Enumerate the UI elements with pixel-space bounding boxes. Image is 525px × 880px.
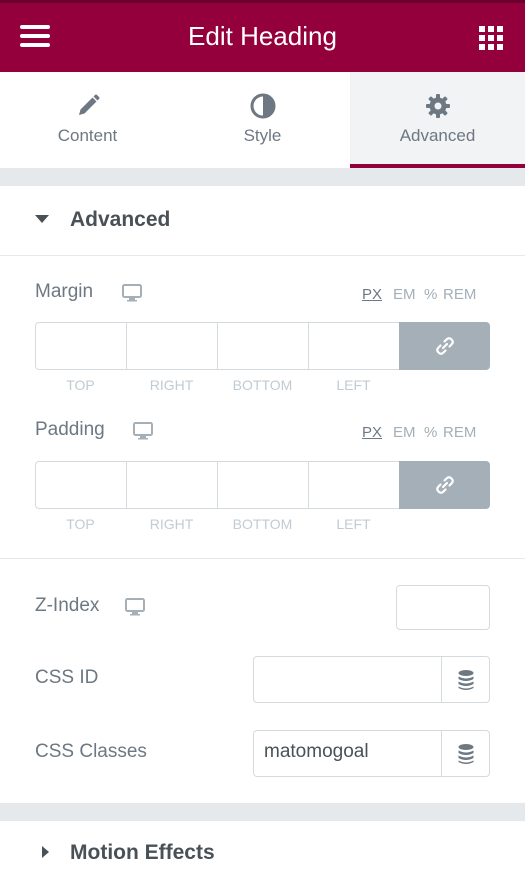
advanced-section-toggle[interactable]: Advanced (0, 186, 525, 256)
link-values-button[interactable] (399, 322, 490, 370)
tab-style[interactable]: Style (175, 72, 350, 168)
desktop-icon[interactable] (122, 284, 142, 302)
database-icon (458, 743, 473, 764)
caret-down-icon (35, 215, 49, 223)
side-label-bottom: BOTTOM (232, 516, 293, 532)
desktop-icon[interactable] (125, 598, 145, 616)
padding-side-labels: TOP RIGHT BOTTOM LEFT (35, 516, 399, 532)
tab-label: Style (243, 126, 282, 145)
padding-top-input[interactable] (35, 461, 126, 509)
margin-bottom-input[interactable] (217, 322, 308, 370)
tab-label: Content (57, 126, 118, 145)
css-id-field (253, 656, 490, 703)
margin-units: PX EM % REM (362, 286, 476, 303)
tab-advanced[interactable]: Advanced (350, 72, 525, 168)
z-index-input[interactable] (396, 585, 490, 630)
margin-dimensions (35, 322, 490, 370)
tab-label: Advanced (399, 126, 476, 145)
divider (0, 558, 525, 559)
side-label-left: LEFT (336, 377, 371, 393)
css-id-input[interactable] (254, 657, 442, 702)
caret-right-icon (42, 846, 49, 858)
css-classes-field: matomogoal (253, 730, 490, 777)
unit-px[interactable]: PX (362, 424, 393, 441)
panel-header: Edit Heading (0, 0, 525, 72)
section-title: Advanced (70, 208, 171, 231)
unit-em[interactable]: EM (393, 424, 424, 441)
css-id-label: CSS ID (35, 667, 99, 688)
dynamic-tags-button[interactable] (442, 657, 489, 702)
padding-right-input[interactable] (126, 461, 217, 509)
section-separator (0, 168, 525, 186)
half-circle-icon (250, 93, 275, 119)
padding-left-input[interactable] (308, 461, 399, 509)
link-icon (435, 337, 454, 355)
unit-percent[interactable]: % (424, 286, 443, 303)
unit-percent[interactable]: % (424, 424, 443, 441)
unit-px[interactable]: PX (362, 286, 393, 303)
unit-rem[interactable]: REM (443, 424, 476, 441)
motion-effects-section-toggle[interactable]: Motion Effects (0, 821, 525, 880)
section-separator (0, 803, 525, 821)
side-label-top: TOP (66, 516, 95, 532)
padding-bottom-input[interactable] (217, 461, 308, 509)
desktop-icon[interactable] (133, 422, 153, 440)
link-values-button[interactable] (399, 461, 490, 509)
padding-units: PX EM % REM (362, 424, 476, 441)
tab-content[interactable]: Content (0, 72, 175, 168)
editor-tabs: Content Style Advanced (0, 72, 525, 168)
side-label-top: TOP (66, 377, 95, 393)
pencil-icon (78, 94, 99, 115)
apps-grid-icon[interactable] (479, 26, 503, 50)
z-index-label: Z-Index (35, 595, 100, 616)
margin-label: Margin (35, 281, 94, 302)
link-icon (435, 476, 454, 494)
side-label-right: RIGHT (149, 516, 194, 532)
section-title: Motion Effects (70, 841, 215, 864)
side-label-right: RIGHT (149, 377, 194, 393)
css-classes-input[interactable]: matomogoal (254, 731, 442, 776)
database-icon (458, 669, 473, 690)
unit-rem[interactable]: REM (443, 286, 476, 303)
panel-title: Edit Heading (188, 21, 337, 51)
margin-side-labels: TOP RIGHT BOTTOM LEFT (35, 377, 399, 393)
dynamic-tags-button[interactable] (442, 731, 489, 776)
margin-left-input[interactable] (308, 322, 399, 370)
side-label-bottom: BOTTOM (232, 377, 293, 393)
margin-top-input[interactable] (35, 322, 126, 370)
side-label-left: LEFT (336, 516, 371, 532)
unit-em[interactable]: EM (393, 286, 424, 303)
padding-dimensions (35, 461, 490, 509)
margin-right-input[interactable] (126, 322, 217, 370)
gear-icon (425, 94, 450, 118)
padding-label: Padding (35, 419, 105, 440)
css-classes-label: CSS Classes (35, 741, 147, 762)
